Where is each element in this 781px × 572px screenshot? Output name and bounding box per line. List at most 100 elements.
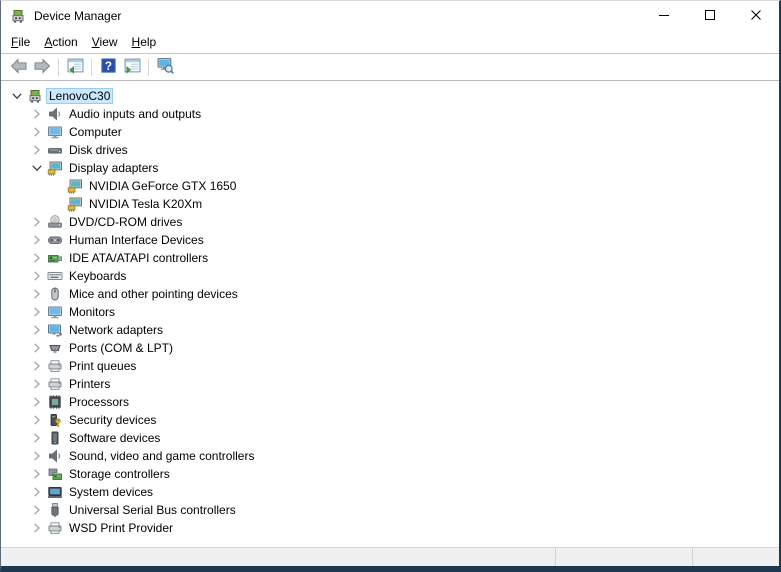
forward-arrow-icon	[34, 57, 51, 77]
tree-item-keyboards[interactable]: Keyboards	[1, 267, 779, 285]
maximize-button[interactable]	[687, 1, 733, 31]
help-icon: ?	[100, 57, 117, 77]
tree-item-security-devices[interactable]: Security devices	[1, 411, 779, 429]
tree-item-printers[interactable]: Printers	[1, 375, 779, 393]
close-button[interactable]	[733, 1, 779, 31]
menu-view[interactable]: View	[85, 32, 125, 52]
chevron-collapsed-icon[interactable]	[29, 412, 45, 428]
chevron-collapsed-icon[interactable]	[29, 376, 45, 392]
status-pane-3	[692, 548, 779, 566]
chevron-expanded-icon[interactable]	[9, 88, 25, 104]
tree-item-label: Ports (COM & LPT)	[69, 341, 174, 355]
chevron-collapsed-icon[interactable]	[29, 322, 45, 338]
chevron-collapsed-icon[interactable]	[29, 286, 45, 302]
chevron-collapsed-icon[interactable]	[29, 250, 45, 266]
network-icon	[47, 322, 63, 338]
chevron-collapsed-icon[interactable]	[29, 268, 45, 284]
status-pane-1	[1, 548, 555, 566]
show-hide-console-tree-button[interactable]	[63, 56, 87, 78]
close-icon	[748, 7, 764, 26]
status-bar	[1, 547, 779, 566]
tree-item-system-devices[interactable]: System devices	[1, 483, 779, 501]
tree-item-sound-video-and-game-controllers[interactable]: Sound, video and game controllers	[1, 447, 779, 465]
menu-bar: File Action View Help	[1, 31, 779, 54]
software-icon	[47, 430, 63, 446]
chevron-collapsed-icon[interactable]	[29, 106, 45, 122]
chevron-expanded-icon[interactable]	[29, 160, 45, 176]
tree-item-display-adapters[interactable]: Display adapters	[1, 159, 779, 177]
monitor-icon	[47, 124, 63, 140]
back-button[interactable]	[6, 56, 30, 78]
chevron-collapsed-icon[interactable]	[29, 340, 45, 356]
chevron-collapsed-icon[interactable]	[29, 448, 45, 464]
show-hide-action-pane-button[interactable]	[120, 56, 144, 78]
chevron-collapsed-icon[interactable]	[29, 142, 45, 158]
tree-item-network-adapters[interactable]: Network adapters	[1, 321, 779, 339]
chevron-collapsed-icon[interactable]	[29, 484, 45, 500]
device-manager-icon	[27, 88, 43, 104]
menu-help[interactable]: Help	[125, 32, 164, 52]
tree-item-wsd-print-provider[interactable]: WSD Print Provider	[1, 519, 779, 537]
tree-item-print-queues[interactable]: Print queues	[1, 357, 779, 375]
speaker-icon	[47, 106, 63, 122]
menu-action[interactable]: Action	[37, 32, 84, 52]
chevron-collapsed-icon[interactable]	[29, 466, 45, 482]
tree-item-computer[interactable]: Computer	[1, 123, 779, 141]
keyboard-icon	[47, 268, 63, 284]
menu-file[interactable]: File	[4, 32, 37, 52]
tree-item-label: Computer	[69, 125, 122, 139]
tree-item-mice-and-other-pointing-devices[interactable]: Mice and other pointing devices	[1, 285, 779, 303]
maximize-icon	[702, 7, 718, 26]
disk-icon	[47, 142, 63, 158]
tree-item-label: NVIDIA Tesla K20Xm	[89, 197, 203, 211]
chevron-collapsed-icon[interactable]	[29, 124, 45, 140]
tree-item-universal-serial-bus-controllers[interactable]: Universal Serial Bus controllers	[1, 501, 779, 519]
dvd-icon	[47, 214, 63, 230]
device-tree: LenovoC30 Audio inputs and outputs Compute…	[1, 81, 779, 547]
security-icon	[47, 412, 63, 428]
tree-item-label: Disk drives	[69, 143, 128, 157]
chevron-collapsed-icon[interactable]	[29, 232, 45, 248]
tree-item-label: Security devices	[69, 413, 157, 427]
forward-button[interactable]	[30, 56, 54, 78]
chevron-collapsed-icon[interactable]	[29, 304, 45, 320]
scan-hardware-icon	[157, 57, 174, 77]
hid-icon	[47, 232, 63, 248]
tree-item-ports-com-lpt[interactable]: Ports (COM & LPT)	[1, 339, 779, 357]
chevron-placeholder	[49, 178, 65, 194]
tree-item-label: Monitors	[69, 305, 116, 319]
tree-item-disk-drives[interactable]: Disk drives	[1, 141, 779, 159]
tree-item-software-devices[interactable]: Software devices	[1, 429, 779, 447]
ide-icon	[47, 250, 63, 266]
tree-item-label: Human Interface Devices	[69, 233, 204, 247]
tree-item-dvd-cd-rom-drives[interactable]: DVD/CD-ROM drives	[1, 213, 779, 231]
tree-item-nvidia-tesla-k20xm[interactable]: NVIDIA Tesla K20Xm	[1, 195, 779, 213]
chevron-collapsed-icon[interactable]	[29, 520, 45, 536]
tree-item-label: Keyboards	[69, 269, 127, 283]
action-pane-icon	[124, 57, 141, 77]
tree-item-label: IDE ATA/ATAPI controllers	[69, 251, 209, 265]
tree-item-ide-ata-atapi-controllers[interactable]: IDE ATA/ATAPI controllers	[1, 249, 779, 267]
help-button[interactable]: ?	[96, 56, 120, 78]
scan-for-hardware-changes-button[interactable]	[153, 56, 177, 78]
tree-item-lenovoc30[interactable]: LenovoC30	[1, 87, 779, 105]
chevron-collapsed-icon[interactable]	[29, 358, 45, 374]
tree-item-monitors[interactable]: Monitors	[1, 303, 779, 321]
tree-item-audio-inputs-and-outputs[interactable]: Audio inputs and outputs	[1, 105, 779, 123]
minimize-button[interactable]	[641, 1, 687, 31]
chevron-collapsed-icon[interactable]	[29, 430, 45, 446]
display-adapter-icon	[47, 160, 63, 176]
tree-item-label: Sound, video and game controllers	[69, 449, 255, 463]
printer-icon	[47, 520, 63, 536]
printer-icon	[47, 376, 63, 392]
tree-item-human-interface-devices[interactable]: Human Interface Devices	[1, 231, 779, 249]
cpu-icon	[47, 394, 63, 410]
tree-item-processors[interactable]: Processors	[1, 393, 779, 411]
svg-text:?: ?	[104, 60, 111, 73]
chevron-collapsed-icon[interactable]	[29, 394, 45, 410]
chevron-collapsed-icon[interactable]	[29, 502, 45, 518]
tree-item-nvidia-geforce-gtx-1650[interactable]: NVIDIA GeForce GTX 1650	[1, 177, 779, 195]
monitor-icon	[47, 304, 63, 320]
chevron-collapsed-icon[interactable]	[29, 214, 45, 230]
tree-item-storage-controllers[interactable]: Storage controllers	[1, 465, 779, 483]
